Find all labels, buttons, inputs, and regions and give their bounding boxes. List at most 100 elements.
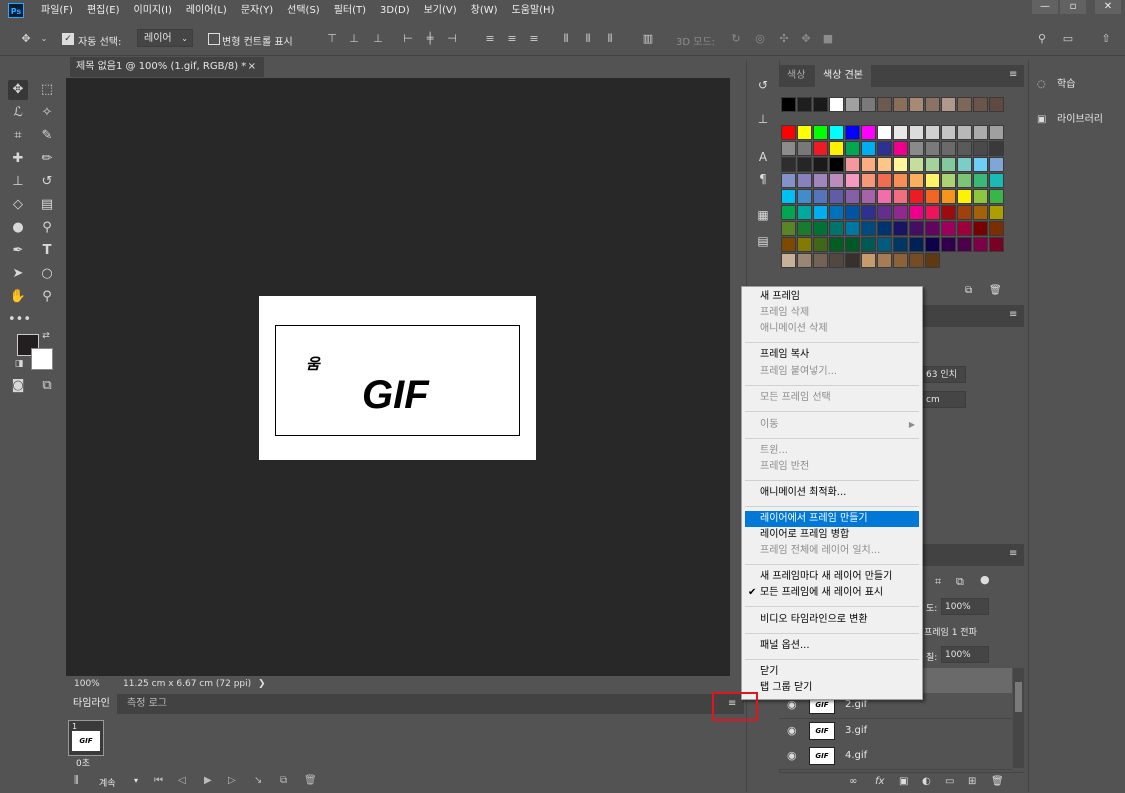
menu-item-delete-frame[interactable]: 프레임 삭제 bbox=[745, 305, 919, 321]
align-left-icon[interactable]: ⊢ bbox=[402, 33, 414, 45]
auto-select-dropdown[interactable]: 레이어 ⌄ bbox=[137, 29, 193, 47]
color-swatch[interactable] bbox=[893, 125, 908, 140]
color-swatch[interactable] bbox=[861, 173, 876, 188]
color-swatch[interactable] bbox=[909, 253, 924, 268]
align-top-icon[interactable]: ⊤ bbox=[326, 33, 338, 45]
color-swatch[interactable] bbox=[989, 237, 1004, 252]
lock-artboard-icon[interactable]: ⧉ bbox=[956, 575, 964, 589]
align-vcenter-icon[interactable]: ⊥ bbox=[348, 33, 360, 45]
color-swatch[interactable] bbox=[797, 125, 812, 140]
color-swatch[interactable] bbox=[813, 97, 828, 112]
play-icon[interactable]: ▶ bbox=[204, 775, 212, 786]
color-swatch[interactable] bbox=[893, 141, 908, 156]
hand-tool-icon[interactable]: ✋ bbox=[8, 287, 28, 307]
menu-item-copy-frame[interactable]: 프레임 복사 bbox=[745, 347, 919, 363]
crop-tool-icon[interactable]: ⌗ bbox=[8, 126, 28, 146]
color-swatch[interactable] bbox=[973, 221, 988, 236]
tab-color[interactable]: 색상 bbox=[779, 65, 813, 87]
scrollbar-thumb[interactable] bbox=[1015, 682, 1022, 712]
chevron-down-icon[interactable]: ⌄ bbox=[38, 33, 50, 45]
color-swatch[interactable] bbox=[877, 237, 892, 252]
color-swatch[interactable] bbox=[925, 253, 940, 268]
layer-row[interactable]: ◉ GIF 3.gif bbox=[779, 719, 1012, 745]
menu-item-delete-animation[interactable]: 애니메이션 삭제 bbox=[745, 321, 919, 337]
color-swatch[interactable] bbox=[941, 221, 956, 236]
menu-item-match-layer-across-frames[interactable]: 프레임 전체에 레이어 일치... bbox=[745, 543, 919, 559]
close-window-button[interactable]: ✕ bbox=[1095, 0, 1121, 14]
color-swatch[interactable] bbox=[813, 189, 828, 204]
auto-align-icon[interactable]: ▥ bbox=[642, 33, 654, 45]
color-swatch[interactable] bbox=[861, 125, 876, 140]
quick-mask-icon[interactable]: ◙ bbox=[8, 376, 28, 396]
minimize-button[interactable]: — bbox=[1032, 0, 1058, 14]
color-swatch[interactable] bbox=[941, 125, 956, 140]
frame-delay[interactable]: 0초 bbox=[76, 756, 90, 769]
brush-tool-icon[interactable]: ✏ bbox=[37, 149, 57, 169]
color-swatch[interactable] bbox=[797, 173, 812, 188]
color-swatch[interactable] bbox=[957, 221, 972, 236]
color-swatch[interactable] bbox=[797, 205, 812, 220]
adjustment-layer-icon[interactable]: ◐ bbox=[922, 776, 931, 787]
menu-file[interactable]: 파일(F) bbox=[34, 0, 80, 22]
panel-menu-icon[interactable]: ≡ bbox=[1009, 548, 1017, 559]
color-swatch[interactable] bbox=[909, 237, 924, 252]
blur-tool-icon[interactable]: ● bbox=[8, 218, 28, 238]
paragraph-icon[interactable]: ¶ bbox=[754, 170, 772, 188]
chevron-down-icon[interactable]: ▾ bbox=[134, 776, 138, 785]
color-swatch[interactable] bbox=[957, 189, 972, 204]
color-swatch[interactable] bbox=[989, 157, 1004, 172]
color-swatch[interactable] bbox=[877, 205, 892, 220]
color-swatch[interactable] bbox=[781, 141, 796, 156]
color-swatch[interactable] bbox=[925, 221, 940, 236]
color-swatch[interactable] bbox=[989, 125, 1004, 140]
color-swatch[interactable] bbox=[845, 97, 860, 112]
color-swatch[interactable] bbox=[781, 237, 796, 252]
default-colors-icon[interactable]: ◨ bbox=[13, 358, 25, 370]
layer-row[interactable]: ◉ GIF 4.gif bbox=[779, 744, 1012, 770]
color-swatch[interactable] bbox=[813, 157, 828, 172]
opacity-field[interactable]: 100% bbox=[941, 598, 989, 615]
color-swatch[interactable] bbox=[829, 253, 844, 268]
color-swatch[interactable] bbox=[941, 97, 956, 112]
fill-field[interactable]: 100% bbox=[941, 646, 989, 663]
background-color-swatch[interactable] bbox=[31, 348, 53, 370]
color-swatch[interactable] bbox=[957, 173, 972, 188]
panel-menu-icon[interactable]: ≡ bbox=[1009, 69, 1017, 80]
color-swatch[interactable] bbox=[797, 253, 812, 268]
menu-item-convert-to-video-timeline[interactable]: 비디오 타임라인으로 변환 bbox=[745, 612, 919, 628]
3d-roll-icon[interactable]: ◎ bbox=[754, 33, 766, 45]
color-swatch[interactable] bbox=[893, 221, 908, 236]
screen-mode-icon[interactable]: ⧉ bbox=[37, 376, 57, 396]
color-swatch[interactable] bbox=[909, 173, 924, 188]
color-swatch[interactable] bbox=[957, 157, 972, 172]
healing-brush-icon[interactable]: ✚ bbox=[8, 149, 28, 169]
character-icon[interactable]: A bbox=[754, 148, 772, 166]
color-swatch[interactable] bbox=[845, 253, 860, 268]
align-bottom-icon[interactable]: ⊥ bbox=[372, 33, 384, 45]
menu-layer[interactable]: 레이어(L) bbox=[179, 0, 234, 22]
color-swatch[interactable] bbox=[941, 141, 956, 156]
color-swatch[interactable] bbox=[973, 189, 988, 204]
color-swatch[interactable] bbox=[925, 97, 940, 112]
menu-type[interactable]: 문자(Y) bbox=[234, 0, 280, 22]
color-swatch[interactable] bbox=[893, 97, 908, 112]
color-swatch[interactable] bbox=[861, 237, 876, 252]
color-swatch[interactable] bbox=[813, 237, 828, 252]
distribute-bottom-icon[interactable]: ≡ bbox=[528, 33, 540, 45]
color-swatch[interactable] bbox=[989, 173, 1004, 188]
previous-frame-icon[interactable]: ◁ bbox=[178, 775, 186, 786]
color-swatch[interactable] bbox=[877, 189, 892, 204]
color-swatch[interactable] bbox=[781, 97, 796, 112]
color-swatch[interactable] bbox=[861, 141, 876, 156]
color-swatch[interactable] bbox=[973, 141, 988, 156]
color-swatch[interactable] bbox=[941, 205, 956, 220]
color-swatch[interactable] bbox=[829, 173, 844, 188]
color-swatch[interactable] bbox=[797, 97, 812, 112]
new-swatch-icon[interactable]: ⧉ bbox=[965, 285, 972, 296]
menu-window[interactable]: 창(W) bbox=[464, 0, 505, 22]
color-swatch[interactable] bbox=[829, 125, 844, 140]
color-swatch[interactable] bbox=[877, 141, 892, 156]
propagate-frame-label[interactable]: 프레임 1 전파 bbox=[924, 625, 977, 638]
color-swatch[interactable] bbox=[957, 205, 972, 220]
pen-tool-icon[interactable]: ✒ bbox=[8, 241, 28, 261]
